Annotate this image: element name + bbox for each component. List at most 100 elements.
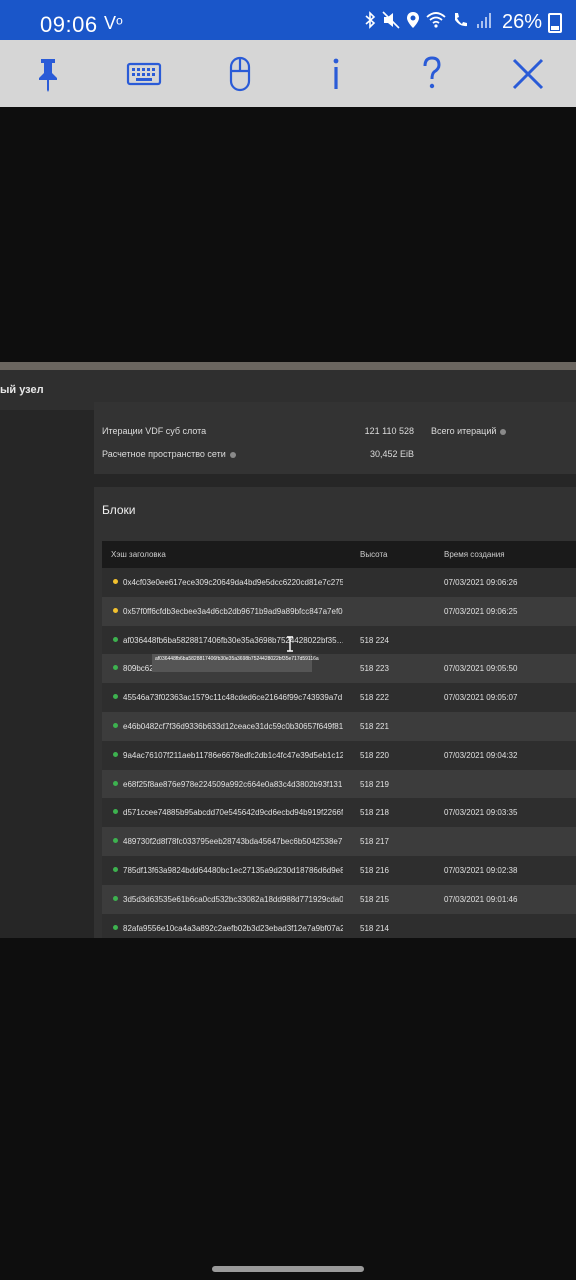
header-hash[interactable]: 785df13f63a9824bdd64480bc1ec27135a9d230d… [123, 866, 343, 875]
blocks-table-body: 0x4cf03e0ee617ece309c20649da4bd9e5dcc622… [102, 568, 576, 938]
window-title: ый узел [0, 384, 44, 396]
block-height: 518 220 [360, 750, 389, 760]
header-hash[interactable]: 9a4ac76107f211aeb11786e6678edfc2db1c4fc4… [123, 751, 343, 760]
column-header-height[interactable]: Высота [360, 550, 387, 559]
info-icon [333, 58, 339, 89]
text-cursor-icon [286, 636, 294, 652]
column-header-hash[interactable]: Хэш заголовка [111, 550, 166, 559]
stat-label: Всего итераций [431, 426, 507, 436]
pin-button[interactable] [18, 44, 78, 104]
left-sidebar [0, 410, 94, 938]
block-time: 07/03/2021 09:06:25 [444, 606, 518, 616]
status-dot [113, 665, 118, 671]
stat-label: Расчетное пространство сети [102, 449, 236, 459]
signal-icon [476, 11, 492, 34]
status-dot [113, 780, 118, 786]
block-time: 07/03/2021 09:05:50 [444, 664, 518, 674]
remote-toolbar [0, 40, 576, 107]
header-hash[interactable]: e46b0482cf7f36d9336b633d12ceace31dc59c0b… [123, 722, 343, 731]
info-button[interactable] [306, 44, 366, 104]
stats-clipped-row [94, 402, 576, 411]
table-row[interactable]: e68f25f8ae876e978e224509a992c664e0a83c4d… [102, 769, 576, 799]
blocks-panel: Блоки Хэш заголовка Высота Время создани… [94, 487, 576, 938]
status-dot [113, 636, 118, 642]
status-dot [113, 866, 118, 872]
blocks-table-header: Хэш заголовка Высота Время создания [102, 541, 576, 568]
header-hash[interactable]: 3d5d3d63535e61b6ca0cd532bc33082a18dd988d… [123, 895, 343, 904]
wifi-calling-icon [452, 11, 470, 34]
block-height: 518 218 [360, 808, 389, 818]
status-dot [113, 607, 118, 613]
blocks-title: Блоки [102, 503, 136, 517]
stat-value: 30,452 EiB [369, 449, 414, 459]
block-time: 07/03/2021 09:06:26 [444, 578, 518, 587]
block-time: 07/03/2021 09:01:46 [444, 894, 518, 904]
status-dot [113, 694, 118, 700]
info-icon[interactable] [500, 428, 507, 435]
stat-value: 121 110 528 [364, 426, 414, 436]
block-time: 07/03/2021 09:03:35 [444, 808, 518, 818]
table-row[interactable]: 785df13f63a9824bdd64480bc1ec27135a9d230d… [102, 855, 576, 885]
mouse-icon [229, 56, 251, 91]
status-dot [113, 895, 118, 901]
status-bar: 09:06 Vᵒ 26% [0, 0, 576, 40]
stats-panel: Итерации VDF суб слота 121 110 528 Всего… [94, 402, 576, 474]
mute-icon [382, 11, 400, 34]
status-dot [113, 751, 118, 757]
table-row[interactable]: 0x57f0ff6cfdb3ecbee3a4d6cb2db9671b9ad9a8… [102, 596, 576, 626]
location-icon [406, 11, 420, 34]
status-icons: 26% [364, 11, 562, 34]
hash-tooltip: af036448fb6ba5828817406fb30e35a3698b7524… [152, 654, 319, 672]
help-button[interactable] [402, 44, 462, 104]
pin-icon [39, 58, 57, 92]
header-hash[interactable]: d571ccee74885b95abcdd70e545642d9cd6ecbd9… [123, 808, 343, 817]
status-dot [113, 838, 118, 844]
block-height: 518 217 [360, 837, 389, 847]
wifi-icon [426, 11, 446, 34]
bluetooth-icon [364, 11, 376, 34]
table-row[interactable]: d571ccee74885b95abcdd70e545642d9cd6ecbd9… [102, 798, 576, 828]
info-icon[interactable] [229, 451, 236, 458]
carrier-label: Vᵒ [104, 13, 123, 33]
status-dot [113, 924, 118, 930]
help-icon [423, 55, 441, 88]
column-header-time[interactable]: Время создания [444, 550, 505, 559]
header-hash[interactable]: 0x57f0ff6cfdb3ecbee3a4d6cb2db9671b9ad9a8… [123, 607, 343, 616]
table-row[interactable]: 45546a73f02363ac1579c11c48cded6ce21646f9… [102, 683, 576, 712]
remote-screen[interactable]: ый узел Итерации VDF суб слота 121 110 5… [0, 362, 576, 938]
block-time: 07/03/2021 09:05:07 [444, 693, 518, 703]
table-row[interactable]: 9a4ac76107f211aeb11786e6678edfc2db1c4fc4… [102, 740, 576, 770]
block-height: 518 223 [360, 664, 389, 674]
header-hash[interactable]: e68f25f8ae876e978e224509a992c664e0a83c4d… [123, 780, 343, 789]
battery-icon [548, 12, 562, 33]
table-row[interactable]: 3d5d3d63535e61b6ca0cd532bc33082a18dd988d… [102, 884, 576, 914]
block-height: 518 222 [360, 693, 389, 703]
block-height: 518 214 [360, 923, 389, 933]
mouse-button[interactable] [210, 44, 270, 104]
stat-label: Итерации VDF суб слота [102, 426, 207, 436]
status-dot [113, 809, 118, 815]
home-gesture-bar[interactable] [212, 1266, 364, 1272]
block-time: 07/03/2021 09:02:38 [444, 865, 518, 875]
table-row[interactable]: af036448fb6ba5828817406fb30e35a3698b7524… [102, 625, 576, 655]
block-height: 518 224 [360, 635, 389, 645]
block-height: 518 216 [360, 865, 389, 875]
status-time: 09:06 [40, 12, 98, 37]
table-row[interactable]: e46b0482cf7f36d9336b633d12ceace31dc59c0b… [102, 711, 576, 741]
keyboard-button[interactable] [114, 44, 174, 104]
block-height: 518 215 [360, 894, 389, 904]
close-icon [512, 58, 544, 89]
close-button[interactable] [498, 44, 558, 104]
header-hash[interactable]: af036448fb6ba5828817406fb30e35a3698b7524… [123, 636, 343, 645]
table-row[interactable]: 0x4cf03e0ee617ece309c20649da4bd9e5dcc622… [102, 568, 576, 597]
status-dot [113, 722, 118, 728]
battery-percent: 26% [501, 11, 542, 33]
window-edge [0, 362, 576, 370]
header-hash[interactable]: 489730f2d8f78fc033795eeb28743bda45647bec… [123, 837, 343, 846]
header-hash[interactable]: 45546a73f02363ac1579c11c48cded6ce21646f9… [123, 693, 343, 702]
header-hash[interactable]: 82afa9556e10ca4a3a892c2aefb02b3d23ebad3f… [123, 924, 343, 933]
table-row[interactable]: 82afa9556e10ca4a3a892c2aefb02b3d23ebad3f… [102, 913, 576, 938]
table-row[interactable]: 489730f2d8f78fc033795eeb28743bda45647bec… [102, 827, 576, 856]
block-height: 518 221 [360, 721, 389, 731]
header-hash[interactable]: 0x4cf03e0ee617ece309c20649da4bd9e5dcc622… [123, 578, 343, 587]
